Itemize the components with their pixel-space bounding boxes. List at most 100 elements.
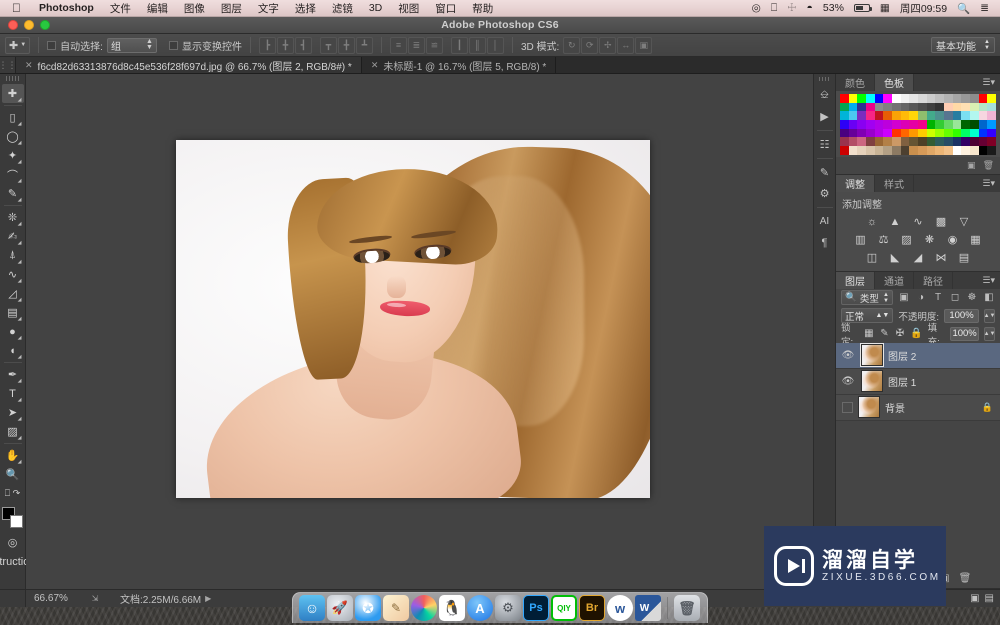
swatch-cell[interactable] bbox=[970, 120, 979, 129]
swatch-cell[interactable] bbox=[918, 111, 927, 121]
menu-app-name[interactable]: Photoshop bbox=[31, 2, 102, 14]
distribute-right-icon[interactable]: │ bbox=[486, 36, 504, 54]
swatch-cell[interactable] bbox=[944, 146, 953, 155]
swatch-cell[interactable] bbox=[883, 94, 893, 103]
hand-tool[interactable]: ✋ ◢ bbox=[2, 446, 24, 465]
layer-row[interactable]: 背景 🔒 bbox=[836, 394, 1000, 421]
swatch-cell[interactable] bbox=[978, 102, 988, 112]
dock-item-trash[interactable]: 🗑 bbox=[674, 595, 700, 621]
dock-item-iqiyi[interactable]: QIY bbox=[551, 595, 577, 621]
swatch-cell[interactable] bbox=[848, 146, 858, 155]
dock-item-system-preferences[interactable]: ⚙ bbox=[495, 595, 521, 621]
swatch-cell[interactable] bbox=[918, 146, 927, 155]
swatch-cell[interactable] bbox=[900, 146, 910, 155]
close-icon[interactable]: ✕ bbox=[371, 60, 379, 71]
eyedropper-tool[interactable]: ✎ ◢ bbox=[2, 184, 24, 203]
swatch-cell[interactable] bbox=[987, 111, 997, 121]
swatch-cell[interactable] bbox=[874, 94, 884, 103]
swatch-cell[interactable] bbox=[857, 146, 867, 155]
collapsed-dock-drag-handle[interactable] bbox=[818, 77, 831, 81]
dock-item-photoshop[interactable]: Ps bbox=[523, 595, 549, 621]
layer-row[interactable]: 👁 图层 2 bbox=[836, 342, 1000, 369]
blur-tool[interactable]: ● ◢ bbox=[2, 322, 24, 341]
scale-3d-icon[interactable]: ▣ bbox=[635, 36, 653, 54]
swatch-cell[interactable] bbox=[874, 102, 884, 112]
opacity-stepper[interactable]: ▲▼ bbox=[984, 308, 995, 323]
swatch-cell[interactable] bbox=[952, 146, 962, 155]
expand-icon[interactable]: ▤ bbox=[985, 593, 994, 604]
align-vertical-centers-icon[interactable]: ╋ bbox=[337, 36, 355, 54]
swatch-cell[interactable] bbox=[848, 94, 858, 103]
layer-thumbnail[interactable] bbox=[861, 370, 883, 393]
airplay-icon[interactable]: ◎ bbox=[747, 2, 766, 14]
swatch-cell[interactable] bbox=[918, 128, 927, 138]
swatch-cell[interactable] bbox=[840, 137, 849, 147]
delete-layer-icon[interactable]: 🗑 bbox=[959, 573, 972, 584]
swatch-cell[interactable] bbox=[866, 102, 875, 112]
swatch-cell[interactable] bbox=[944, 128, 953, 138]
chevron-down-icon[interactable]: ▼ bbox=[20, 42, 26, 48]
swatch-cell[interactable] bbox=[952, 102, 962, 112]
levels-adjustment-icon[interactable]: ▲ bbox=[887, 215, 903, 229]
swatch-cell[interactable] bbox=[848, 111, 858, 121]
swatch-cell[interactable] bbox=[952, 94, 962, 103]
menu-item-select[interactable]: 选择 bbox=[287, 1, 324, 16]
close-icon[interactable]: ✕ bbox=[25, 60, 33, 71]
swatch-cell[interactable] bbox=[987, 120, 997, 129]
swatch-cell[interactable] bbox=[874, 146, 884, 155]
swatch-cell[interactable] bbox=[883, 120, 893, 129]
swatch-cell[interactable] bbox=[952, 120, 962, 129]
swatch-cell[interactable] bbox=[840, 111, 849, 121]
swatch-cell[interactable] bbox=[944, 120, 953, 129]
layer-name[interactable]: 背景 bbox=[885, 400, 977, 415]
document-tab-2[interactable]: ✕ 未标题-1 @ 16.7% (图层 5, RGB/8) * bbox=[362, 57, 557, 73]
swatch-cell[interactable] bbox=[866, 137, 875, 147]
spot-healing-brush-tool[interactable]: ❊ ◢ bbox=[2, 208, 24, 227]
layer-name[interactable]: 图层 2 bbox=[888, 348, 996, 363]
swatch-cell[interactable] bbox=[935, 111, 945, 121]
dock-item-bridge[interactable]: Br bbox=[579, 595, 605, 621]
swatch-cell[interactable] bbox=[892, 120, 901, 129]
menu-item-layer[interactable]: 图层 bbox=[213, 1, 250, 16]
swatch-cell[interactable] bbox=[926, 94, 936, 103]
new-swatch-icon[interactable]: ▣ bbox=[967, 160, 976, 171]
swatch-cell[interactable] bbox=[944, 102, 953, 112]
quick-selection-tool[interactable]: ✦ ◢ bbox=[2, 146, 24, 165]
active-tool-indicator[interactable]: ✚ ▼ bbox=[5, 36, 31, 54]
swatch-cell[interactable] bbox=[970, 146, 979, 155]
swatch-cell[interactable] bbox=[918, 102, 927, 112]
exposure-adjustment-icon[interactable]: ▩ bbox=[933, 215, 949, 229]
align-left-edges-icon[interactable]: ┣ bbox=[258, 36, 276, 54]
shape-filter-icon[interactable]: ◻ bbox=[949, 290, 961, 305]
dock-item-finder[interactable]: ☺ bbox=[299, 595, 325, 621]
tab-adjustments[interactable]: 调整 bbox=[836, 174, 875, 192]
layer-thumbnail[interactable] bbox=[858, 396, 880, 419]
clone-stamp-tool[interactable]: ⍋ ◢ bbox=[2, 246, 24, 265]
distribute-bottom-icon[interactable]: ≌ bbox=[425, 36, 443, 54]
layer-filter-dropdown[interactable]: 🔍 类型 ▲ ▼ bbox=[841, 290, 893, 306]
swatch-cell[interactable] bbox=[926, 120, 936, 129]
eye-icon[interactable]: 👁 bbox=[840, 350, 856, 361]
notification-list-icon[interactable]: ≣ bbox=[975, 2, 994, 14]
horizontal-type-tool[interactable]: T ◢ bbox=[2, 384, 24, 403]
swatch-cell[interactable] bbox=[978, 94, 988, 103]
crop-tool[interactable]: ⌒ ◢ bbox=[2, 165, 24, 184]
swatch-cell[interactable] bbox=[970, 102, 979, 112]
swatch-cell[interactable] bbox=[909, 137, 919, 147]
history-panel-icon[interactable]: ⎒ bbox=[815, 85, 835, 106]
menu-item-help[interactable]: 帮助 bbox=[464, 1, 501, 16]
threshold-adjustment-icon[interactable]: ◢ bbox=[910, 251, 926, 265]
tab-channels[interactable]: 通道 bbox=[875, 271, 914, 289]
swatch-cell[interactable] bbox=[987, 94, 997, 103]
dock-item-photos[interactable] bbox=[411, 595, 437, 621]
character-panel-icon[interactable]: AI bbox=[815, 211, 835, 232]
swatch-cell[interactable] bbox=[961, 120, 971, 129]
menu-item-type[interactable]: 文字 bbox=[250, 1, 287, 16]
zoom-tool[interactable]: 🔍 bbox=[2, 465, 24, 484]
swatch-cell[interactable] bbox=[935, 146, 945, 155]
lock-transparent-pixels-icon[interactable]: ▦ bbox=[864, 327, 875, 341]
swatch-cell[interactable] bbox=[857, 111, 867, 121]
swatch-cell[interactable] bbox=[866, 94, 875, 103]
swatch-cell[interactable] bbox=[883, 146, 893, 155]
swatch-cell[interactable] bbox=[909, 94, 919, 103]
